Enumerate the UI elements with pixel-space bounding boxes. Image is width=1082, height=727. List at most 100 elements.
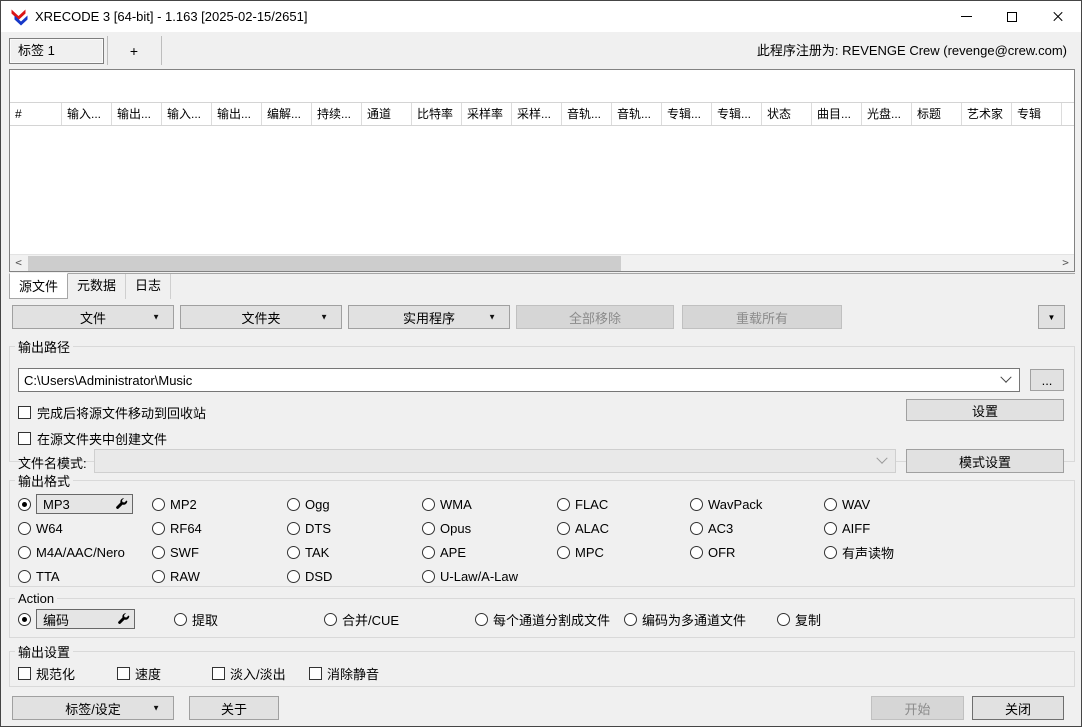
radio-split-per-channel[interactable] [475, 612, 488, 626]
settings-button[interactable]: 设置 [906, 399, 1064, 421]
radio-flac[interactable] [557, 497, 570, 511]
column-header-track1[interactable]: 音轨... [562, 103, 612, 125]
radio-ape[interactable] [422, 545, 435, 559]
radio-raw[interactable] [152, 569, 165, 583]
horizontal-scrollbar[interactable]: < > [10, 254, 1074, 271]
column-header-input[interactable]: 输入... [62, 103, 112, 125]
column-header-codec[interactable]: 编解... [262, 103, 312, 125]
column-header-trackno[interactable]: 曲目... [812, 103, 862, 125]
pattern-settings-button[interactable]: 模式设置 [906, 449, 1064, 473]
create-in-source-checkbox[interactable] [18, 432, 31, 445]
radio-alac[interactable] [557, 521, 570, 535]
column-header-album2[interactable]: 专辑... [712, 103, 762, 125]
recycle-checkbox[interactable] [18, 406, 31, 419]
radio-wavpack[interactable] [690, 497, 703, 511]
radio-ofr[interactable] [690, 545, 703, 559]
mp3-selected-box[interactable]: MP3 [36, 494, 133, 514]
radio-rf64[interactable] [152, 521, 165, 535]
utilities-menu-button[interactable]: 实用程序 ▼ [348, 305, 510, 329]
radio-encode-multichannel-label: 编码为多通道文件 [642, 612, 747, 628]
radio-extract[interactable] [174, 612, 187, 626]
encode-selected-box[interactable]: 编码 [36, 609, 135, 629]
radio-tta[interactable] [18, 569, 31, 583]
column-header-duration[interactable]: 持续... [312, 103, 362, 125]
radio-merge-cue[interactable] [324, 612, 337, 626]
minimize-button[interactable] [943, 1, 989, 32]
scrollbar-thumb[interactable] [28, 256, 621, 271]
scroll-left-arrow-icon[interactable]: < [10, 255, 27, 272]
radio-ac3[interactable] [690, 521, 703, 535]
radio-dts[interactable] [287, 521, 300, 535]
output-path-combobox[interactable]: C:\Users\Administrator\Music [18, 368, 1020, 392]
radio-aiff[interactable] [824, 521, 837, 535]
file-menu-button[interactable]: 文件 ▼ [12, 305, 174, 329]
about-button[interactable]: 关于 [189, 696, 279, 720]
radio-audiobook[interactable] [824, 545, 837, 559]
wrench-icon[interactable] [115, 497, 128, 511]
column-header-index[interactable]: # [10, 103, 62, 125]
folder-menu-button[interactable]: 文件夹 ▼ [180, 305, 342, 329]
radio-swf[interactable] [152, 545, 165, 559]
column-header-bitrate[interactable]: 比特率 [412, 103, 462, 125]
radio-w64[interactable] [18, 521, 31, 535]
column-header-output2[interactable]: 输出... [212, 103, 262, 125]
filename-pattern-combobox[interactable] [94, 449, 896, 473]
column-header-input2[interactable]: 输入... [162, 103, 212, 125]
column-header-album1[interactable]: 专辑... [662, 103, 712, 125]
radio-mp3[interactable] [18, 497, 31, 511]
column-header-channels[interactable]: 通道 [362, 103, 412, 125]
tab-metadata[interactable]: 元数据 [68, 274, 127, 299]
radio-opus[interactable] [422, 521, 435, 535]
column-header-artist[interactable]: 艺术家 [962, 103, 1012, 125]
fade-checkbox[interactable] [212, 666, 225, 680]
radio-m4a[interactable] [18, 545, 31, 559]
more-options-button[interactable]: ▼ [1038, 305, 1065, 329]
column-header-album[interactable]: 专辑 [1012, 103, 1062, 125]
column-header-sample[interactable]: 采样... [512, 103, 562, 125]
scroll-right-arrow-icon[interactable]: > [1057, 255, 1074, 272]
column-header-title[interactable]: 标题 [912, 103, 962, 125]
radio-encode[interactable] [18, 612, 31, 626]
radio-copy[interactable] [777, 612, 790, 626]
create-in-source-checkbox-row[interactable]: 在源文件夹中创建文件 [18, 429, 167, 448]
radio-wma[interactable] [422, 497, 435, 511]
file-list-body[interactable] [10, 127, 1074, 253]
reload-all-button[interactable]: 重载所有 [682, 305, 842, 329]
close-button[interactable] [1035, 1, 1081, 32]
radio-mp2[interactable] [152, 497, 165, 511]
column-header-status[interactable]: 状态 [762, 103, 812, 125]
radio-ulaw-alaw[interactable] [422, 569, 435, 583]
document-tab-row: 标签 1 + 此程序注册为: REVENGE Crew (revenge@cre… [1, 32, 1081, 69]
pattern-settings-label: 模式设置 [958, 454, 1011, 470]
radio-dsd[interactable] [287, 569, 300, 583]
tab-log[interactable]: 日志 [126, 274, 172, 299]
radio-mpc[interactable] [557, 545, 570, 559]
maximize-button[interactable] [989, 1, 1035, 32]
tags-settings-label: 标签/设定 [65, 701, 121, 717]
add-tab-button[interactable]: + [113, 38, 155, 64]
document-tab-1[interactable]: 标签 1 [9, 38, 104, 64]
start-button[interactable]: 开始 [871, 696, 964, 720]
remove-all-button[interactable]: 全部移除 [516, 305, 674, 329]
radio-tak[interactable] [287, 545, 300, 559]
normalize-checkbox[interactable] [18, 666, 31, 680]
radio-ogg[interactable] [287, 497, 300, 511]
radio-wav[interactable] [824, 497, 837, 511]
tab-source-files[interactable]: 源文件 [9, 273, 69, 299]
radio-ogg-label: Ogg [305, 496, 330, 512]
radio-encode-multichannel[interactable] [624, 612, 637, 626]
wrench-icon[interactable] [117, 612, 130, 626]
speed-checkbox[interactable] [117, 666, 130, 680]
close-window-button[interactable]: 关闭 [972, 696, 1064, 720]
column-header-samplerate[interactable]: 采样率 [462, 103, 512, 125]
remove-silence-checkbox[interactable] [309, 666, 322, 680]
radio-rf64-label: RF64 [170, 520, 202, 536]
column-header-track2[interactable]: 音轨... [612, 103, 662, 125]
column-header-output[interactable]: 输出... [112, 103, 162, 125]
recycle-checkbox-row[interactable]: 完成后将源文件移动到回收站 [18, 403, 206, 422]
browse-button[interactable]: ... [1030, 369, 1064, 391]
chevron-down-icon: ▼ [152, 703, 160, 713]
column-header-discno[interactable]: 光盘... [862, 103, 912, 125]
window-title: XRECODE 3 [64-bit] - 1.163 [2025-02-15/2… [35, 9, 308, 24]
tags-settings-button[interactable]: 标签/设定 ▼ [12, 696, 174, 720]
